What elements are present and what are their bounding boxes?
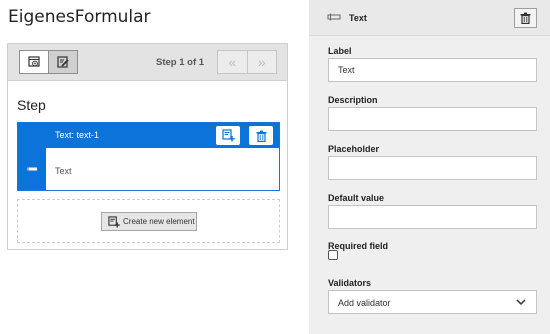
add-element-after-button[interactable] [216,126,240,145]
label-field-label: Label [328,46,352,56]
text-element-icon [327,13,341,21]
placeholder-input[interactable] [328,156,537,180]
view-mode-toggle [19,50,78,74]
step-counter: Step 1 of 1 [156,57,205,68]
step-navigation: « » [217,50,277,74]
validators-select-value: Add validator [338,298,391,308]
element-preview-text: Text [55,166,72,176]
form-stage: Step 1 of 1 « » Step Text: text-1 Text C… [7,43,288,250]
form-title: EigenesFormular [8,7,151,27]
stage-toolbar: Step 1 of 1 « » [8,44,287,81]
default-value-field-label: Default value [328,193,385,203]
inspector-panel: Text Label Description Placeholder Defau… [309,0,550,334]
label-input[interactable] [328,58,537,82]
edit-mode-button[interactable] [48,51,77,73]
description-input[interactable] [328,107,537,131]
create-new-element-button[interactable]: Create new element [101,212,197,231]
placeholder-field-label: Placeholder [328,144,380,154]
text-element-icon [27,167,37,171]
inspector-delete-button[interactable] [514,8,537,28]
description-field-label: Description [328,95,378,105]
trash-icon [520,12,531,24]
next-step-button[interactable]: » [246,51,276,73]
edit-icon [57,56,69,68]
create-element-area: Create new element [17,199,280,243]
validators-select[interactable]: Add validator [328,290,537,314]
add-element-icon [108,215,120,228]
add-element-icon [221,129,235,142]
step-title: Step [17,97,46,113]
create-new-element-label: Create new element [123,217,195,226]
inspector-header: Text [309,0,550,36]
validators-field-label: Validators [328,278,372,288]
preview-mode-button[interactable] [20,51,48,73]
chevron-down-icon [516,299,526,306]
inspector-title: Text [349,13,367,23]
form-element-text-1[interactable]: Text: text-1 Text [17,122,280,191]
previous-step-button[interactable]: « [218,51,247,73]
element-header: Text: text-1 [18,123,279,148]
delete-element-button[interactable] [249,126,273,145]
preview-icon [28,56,40,67]
required-checkbox[interactable] [328,250,338,260]
default-value-input[interactable] [328,205,537,229]
element-label: Text: text-1 [55,130,100,140]
trash-icon [256,130,266,142]
element-type-indicator [18,148,46,190]
